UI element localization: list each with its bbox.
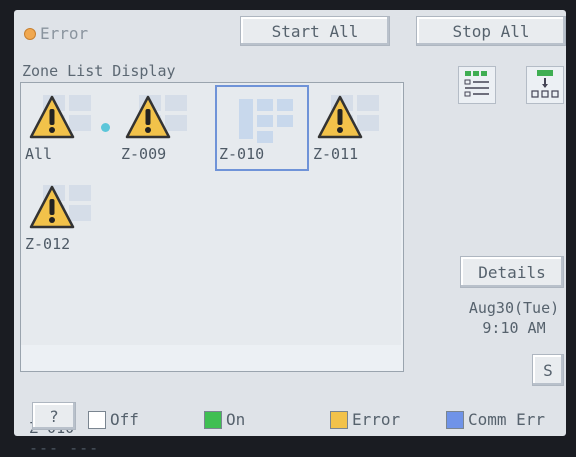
footer-bar: ? Off On Error Comm Err — [14, 398, 566, 434]
legend-label: Comm Err — [468, 410, 546, 429]
date-time-display: Aug30(Tue) 9:10 AM — [462, 298, 566, 338]
legend-swatch — [330, 410, 348, 429]
s-button[interactable]: S — [532, 354, 564, 386]
zone-label: Z-009 — [121, 145, 167, 163]
help-button[interactable]: ? — [32, 402, 76, 430]
zone-item-z-010[interactable]: Z-010 — [215, 85, 309, 171]
zone-label: Z-012 — [25, 235, 71, 253]
zone-item-z-009[interactable]: Z-009 — [119, 85, 207, 169]
touch-screen: Error Start All Stop All Zone List Displ… — [14, 10, 566, 457]
legend-label: Error — [352, 410, 401, 429]
warning-icon — [125, 95, 171, 139]
legend-off: Off — [88, 410, 139, 429]
list-view-button[interactable] — [458, 66, 496, 104]
legend-swatch — [446, 410, 464, 429]
legend-error: Error — [330, 410, 400, 429]
status-indicator: Error — [24, 24, 88, 43]
zone-list-area: All Z-009 Z-010 Z-011 Z-012 — [21, 83, 401, 345]
tree-view-icon — [531, 70, 559, 98]
warning-icon — [29, 95, 75, 139]
stop-all-button[interactable]: Stop All — [416, 16, 566, 46]
zone-item-z-011[interactable]: Z-011 — [311, 85, 399, 169]
list-view-icon — [464, 71, 489, 97]
legend-label: Off — [110, 410, 139, 429]
legend-swatch — [204, 410, 222, 429]
zone-list-panel: All Z-009 Z-010 Z-011 Z-012 --- --- — [20, 82, 404, 457]
legend-comm-err: Comm Err — [446, 410, 545, 429]
status-dot-icon — [24, 27, 36, 40]
legend-swatch — [88, 410, 106, 429]
zone-label: Z-011 — [313, 145, 359, 163]
zone-list-title: Zone List Display — [22, 62, 176, 80]
zone-tree-icon — [239, 99, 293, 143]
start-all-button[interactable]: Start All — [240, 16, 390, 46]
status-label: Error — [40, 24, 89, 43]
selected-zone-values: --- --- — [29, 439, 100, 457]
zone-item-all[interactable]: All — [23, 85, 111, 169]
tree-view-button[interactable] — [526, 66, 564, 104]
zone-item-z-012[interactable]: Z-012 — [23, 175, 111, 259]
time-label: 9:10 AM — [482, 319, 546, 337]
zone-label: Z-010 — [219, 145, 265, 163]
legend-on: On — [204, 410, 245, 429]
details-button[interactable]: Details — [460, 256, 564, 288]
warning-icon — [29, 185, 75, 229]
warning-icon — [317, 95, 363, 139]
legend-label: On — [226, 410, 246, 429]
zone-label: All — [25, 145, 53, 163]
date-label: Aug30(Tue) — [468, 299, 560, 317]
